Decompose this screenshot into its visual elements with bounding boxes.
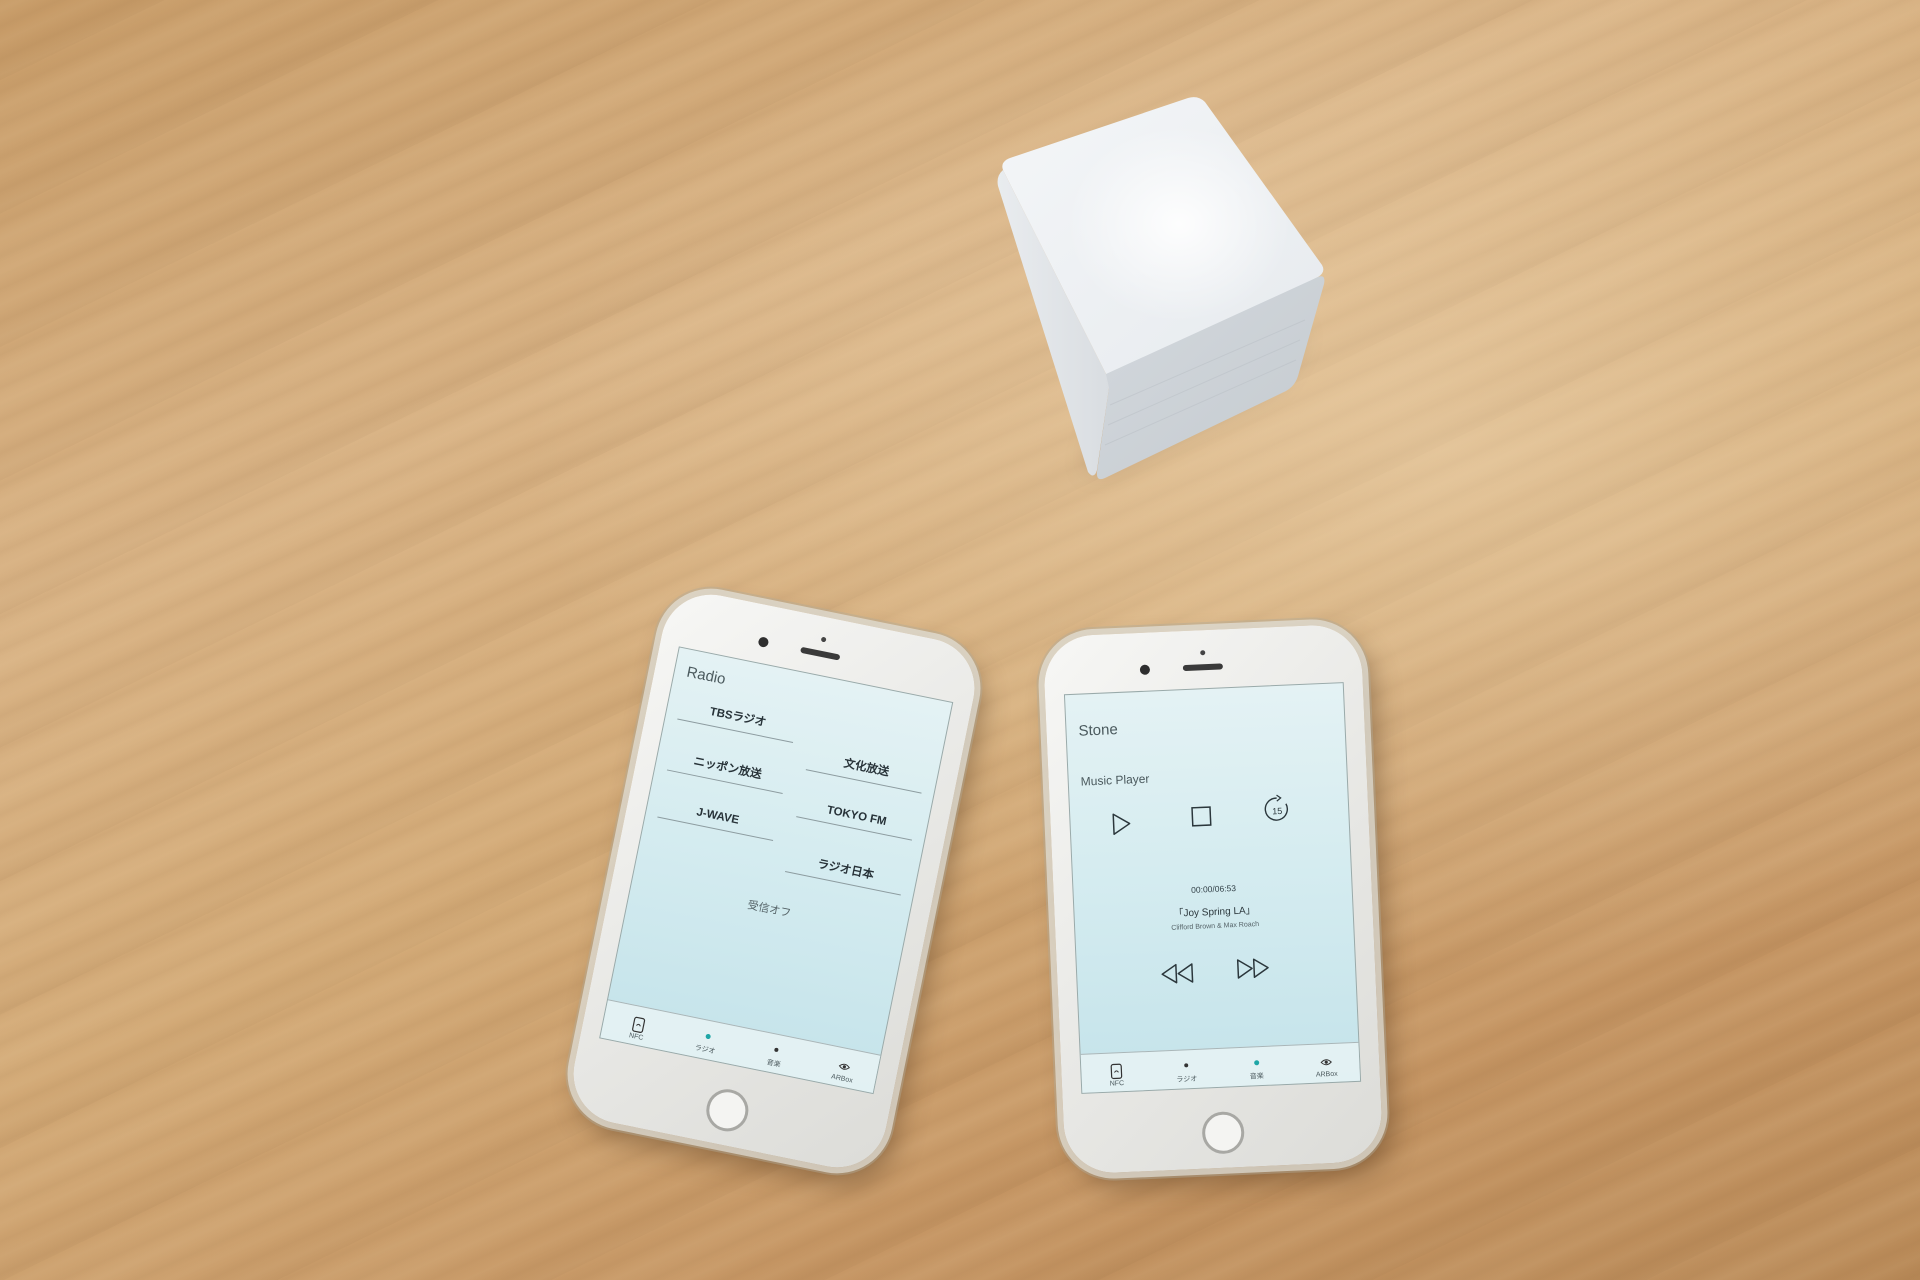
radio-phone: Radio TBSラジオ 文化放送 ニッポン放送 TOKYO FM J-WAVE… [564,585,984,1177]
music-player-heading: Music Player [1080,771,1150,789]
station-button-jwave[interactable]: J-WAVE [657,798,777,841]
tab-arbox[interactable]: ARBox [1296,1052,1357,1084]
radio-title: Radio [685,663,728,689]
tab-label: ラジオ [1176,1075,1198,1084]
skip-15-label: 15 [1272,806,1282,816]
dot-active-icon [1253,1059,1259,1065]
tab-radio[interactable]: ラジオ [1156,1055,1217,1090]
tab-label: ラジオ [693,1044,716,1056]
front-camera [757,636,770,648]
music-phone: Stone Music Player 15 00:00/06:53 「Joy S… [1042,623,1384,1175]
tab-label: NFC [1109,1080,1125,1088]
dot-icon [774,1047,779,1053]
front-camera [1139,664,1151,675]
tab-label: NFC [628,1032,644,1043]
proximity-sensor [1200,650,1206,656]
tab-nfc[interactable]: NFC [1086,1061,1147,1093]
earpiece-speaker [800,646,841,661]
station-button-radionippon[interactable]: ラジオ日本 [785,849,906,896]
home-button[interactable] [1201,1110,1246,1155]
proximity-sensor [820,636,827,643]
play-icon [1112,813,1131,836]
radio-screen: Radio TBSラジオ 文化放送 ニッポン放送 TOKYO FM J-WAVE… [599,646,954,1095]
tab-label: 音楽 [765,1059,782,1069]
nfc-phone-icon [1110,1063,1123,1080]
playback-time: 00:00/06:53 [1190,882,1237,895]
station-button-tokyofm[interactable]: TOKYO FM [796,798,916,841]
earpiece-speaker [1182,663,1223,672]
station-button-bunka[interactable]: 文化放送 [805,747,926,794]
stop-icon [1191,806,1212,827]
skip-forward-15-button[interactable]: 15 [1259,791,1294,826]
eye-icon [838,1063,850,1070]
station-button-nippon[interactable]: ニッポン放送 [666,747,788,794]
music-screen: Stone Music Player 15 00:00/06:53 「Joy S… [1063,682,1362,1094]
nfc-phone-icon [632,1016,646,1033]
station-button-tbs[interactable]: TBSラジオ [677,696,798,743]
tab-radio[interactable]: ラジオ [674,1021,739,1064]
eye-icon [1320,1059,1332,1066]
tab-label: 音楽 [1249,1072,1264,1081]
dot-icon [1184,1063,1189,1068]
tab-music[interactable]: 音楽 [742,1035,807,1078]
dot-active-icon [704,1032,711,1039]
tab-arbox[interactable]: ARBox [811,1052,876,1092]
tab-music[interactable]: 音楽 [1226,1052,1287,1087]
music-tab-bar: NFC ラジオ 音楽 ARBox [1080,1041,1362,1093]
tab-label: ARBox [1315,1070,1338,1079]
radio-tab-bar: NFC ラジオ 音楽 ARBox [600,999,883,1094]
fast-forward-button[interactable] [1232,952,1273,984]
rewind-icon [1161,963,1194,984]
music-app-title: Stone [1078,721,1119,740]
stop-button[interactable] [1186,801,1217,832]
skip-15-icon: 15 [1264,794,1289,821]
play-button[interactable] [1106,808,1137,839]
tab-label: ARBox [830,1073,854,1085]
rewind-button[interactable] [1157,958,1198,990]
tab-nfc[interactable]: NFC [605,1010,670,1050]
home-button[interactable] [702,1085,753,1136]
white-cube [997,97,1325,480]
fast-forward-icon [1236,958,1269,979]
